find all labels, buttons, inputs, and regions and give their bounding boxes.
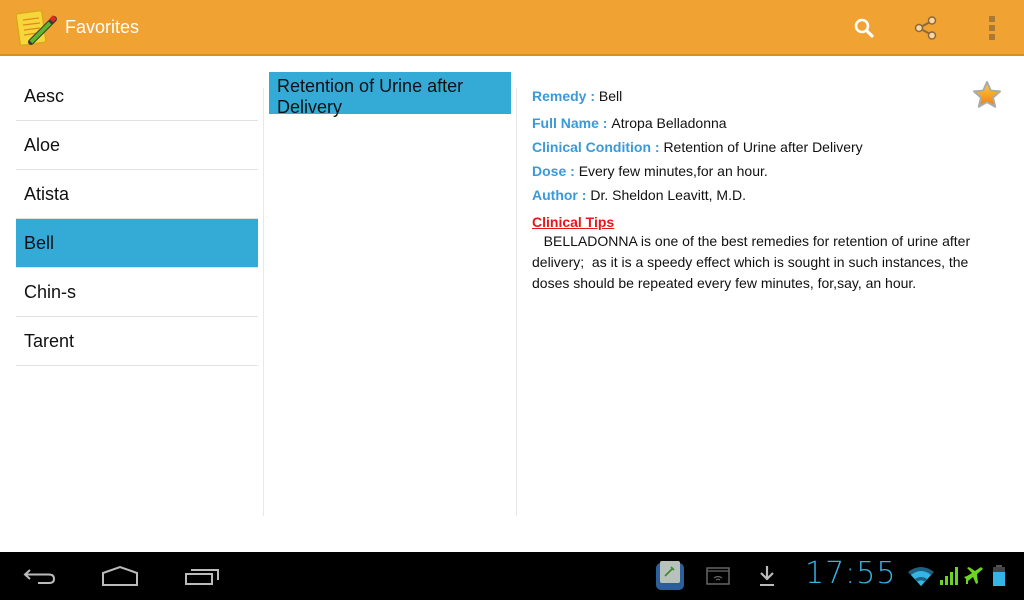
dose-value: Every few minutes,for an hour. (578, 163, 768, 179)
author-value: Dr. Sheldon Leavitt, M.D. (590, 187, 746, 203)
share-icon (914, 16, 937, 40)
remedy-label: Aesc (24, 85, 65, 106)
remedy-list-item[interactable]: Aesc (16, 72, 258, 121)
remedy-list-item-selected[interactable]: Bell (16, 219, 258, 268)
share-button[interactable] (908, 10, 944, 46)
condition-list: Retention of Urine after Delivery (269, 72, 511, 117)
full-name-field-label: Full Name : (532, 115, 612, 131)
content-area: Aesc Aloe Atista Bell Chin-s Tarent Rete… (0, 56, 1024, 552)
dose-row: Dose : Every few minutes,for an hour. (532, 159, 972, 183)
recent-apps-icon (185, 569, 219, 585)
pane-divider (263, 88, 264, 516)
back-icon (23, 569, 56, 584)
signal-icon (940, 567, 958, 585)
condition-list-item-selected[interactable]: Retention of Urine after Delivery (269, 72, 511, 117)
author-field-label: Author : (532, 187, 591, 203)
overflow-menu-icon (989, 16, 995, 40)
pane-divider (516, 88, 517, 516)
full-name-row: Full Name : Atropa Belladonna (532, 111, 972, 135)
remedy-list-item[interactable]: Atista (16, 170, 258, 219)
remedy-value: Bell (598, 88, 623, 104)
remedy-label: Aloe (24, 134, 61, 155)
remedy-label: Chin-s (24, 281, 77, 302)
wifi-screen-icon (706, 567, 730, 585)
recent-apps-button[interactable] (182, 562, 222, 590)
clinical-tips-text: BELLADONNA is one of the best remedies f… (532, 233, 975, 291)
star-icon (973, 81, 1001, 108)
condition-field-label: Clinical Condition : (532, 139, 664, 155)
remedy-row: Remedy : Bell (532, 84, 972, 111)
condition-label: Retention of Urine after Delivery (277, 76, 464, 117)
search-icon (854, 18, 874, 38)
condition-value: Retention of Urine after Delivery (663, 139, 863, 155)
search-button[interactable] (846, 10, 882, 46)
remedy-list-item[interactable]: Aloe (16, 121, 258, 170)
notes-app-icon[interactable] (14, 6, 60, 50)
remedy-label: Bell (24, 232, 55, 253)
airplane-icon (964, 567, 983, 584)
condition-row: Clinical Condition : Retention of Urine … (532, 135, 972, 159)
overflow-menu-button[interactable] (974, 10, 1010, 46)
wifi-screen-notification[interactable] (705, 562, 731, 590)
remedy-list-item[interactable]: Chin-s (16, 268, 258, 317)
download-icon (760, 566, 774, 586)
app-notification-icon (656, 561, 684, 590)
download-notification[interactable] (754, 562, 780, 590)
battery-status (988, 562, 1010, 590)
full-name-value: Atropa Belladonna (611, 115, 727, 131)
remedy-list: Aesc Aloe Atista Bell Chin-s Tarent (16, 72, 258, 366)
wifi-status (906, 562, 936, 590)
app-notification[interactable] (654, 561, 686, 590)
system-navigation-bar: 17:55 (0, 552, 1024, 600)
action-bar: Favorites (0, 0, 1024, 56)
author-row: Author : Dr. Sheldon Leavitt, M.D. (532, 183, 972, 207)
wifi-icon (908, 567, 934, 586)
remedy-field-label: Remedy : (532, 88, 599, 104)
remedy-label: Atista (24, 183, 70, 204)
home-icon (102, 565, 138, 586)
status-clock[interactable]: 17:55 (805, 556, 896, 591)
page-title: Favorites (65, 17, 140, 37)
remedy-label: Tarent (24, 330, 75, 351)
back-button[interactable] (20, 562, 60, 590)
dose-field-label: Dose : (532, 163, 579, 179)
home-button[interactable] (100, 562, 140, 590)
favorite-button[interactable] (972, 80, 1002, 110)
remedy-detail: Remedy : Bell Full Name : Atropa Bellado… (532, 84, 972, 294)
battery-icon (993, 565, 1005, 586)
clinical-tips-heading: Clinical Tips (532, 214, 615, 230)
signal-status (938, 562, 962, 590)
airplane-mode-status (962, 562, 986, 590)
remedy-list-item[interactable]: Tarent (16, 317, 258, 366)
